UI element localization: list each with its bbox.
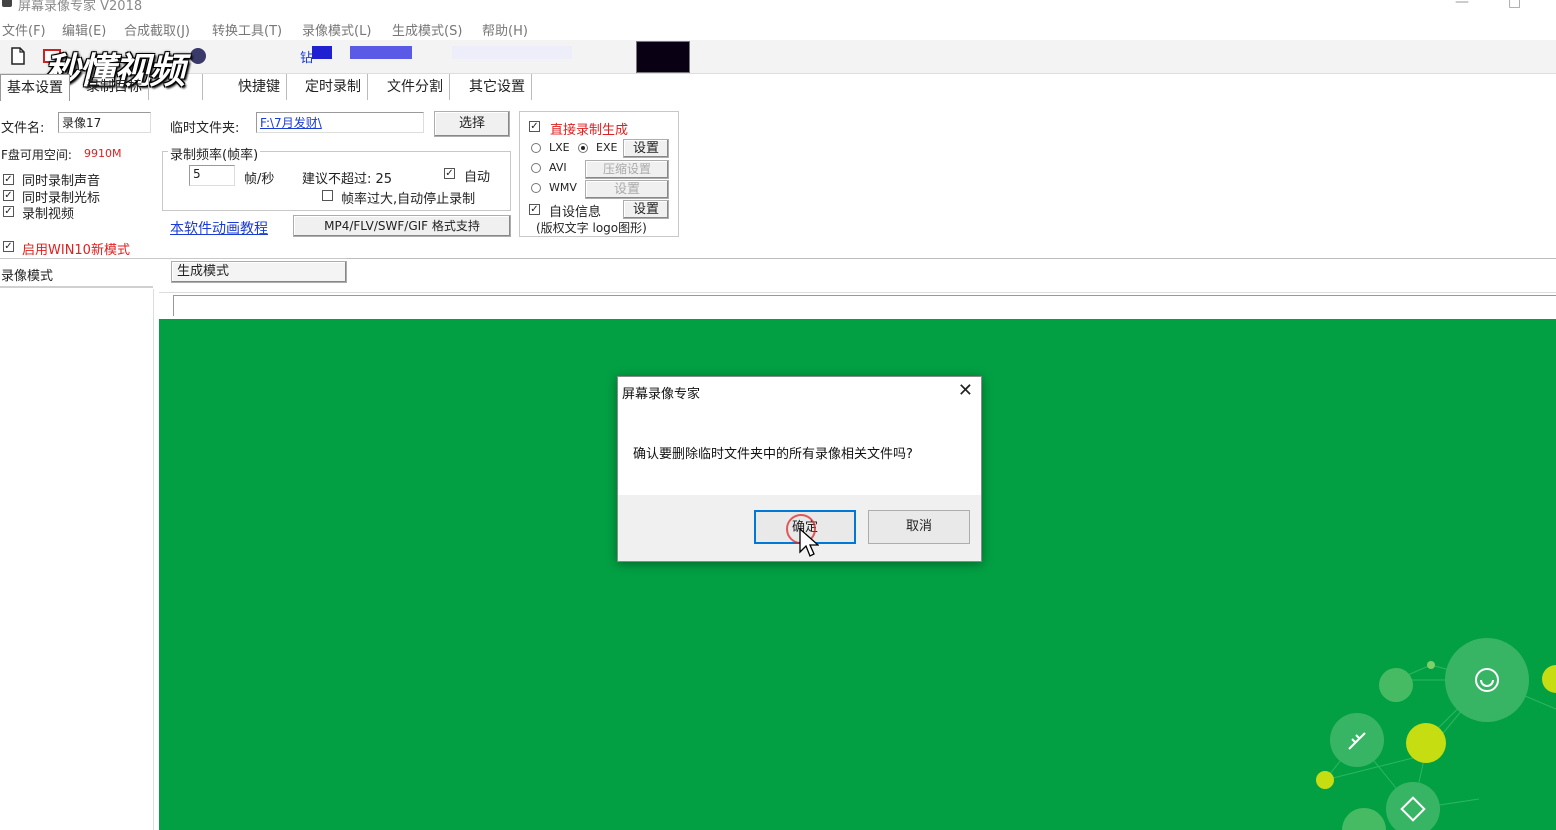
direct-generate-label: 直接录制生成 xyxy=(550,123,629,138)
filename-label: 文件名: xyxy=(1,121,45,136)
avi-radio[interactable] xyxy=(531,163,541,173)
menu-bar: 文件(F) 编辑(E) 合成截取(J) 转换工具(T) 录像模式(L) 生成模式… xyxy=(0,14,1556,40)
tutorial-link[interactable]: 本软件动画教程 xyxy=(170,218,268,238)
exe-label: EXE xyxy=(596,141,618,154)
obscured-block xyxy=(452,46,572,59)
wmv-settings-button[interactable]: 设置 xyxy=(585,180,669,199)
auto-stop-label: 帧率过大,自动停止录制 xyxy=(341,192,476,207)
temp-folder-input[interactable]: F:\7月发财\ xyxy=(256,112,424,133)
record-video-checkbox[interactable]: ✓ xyxy=(3,206,14,217)
win10-mode-checkbox[interactable]: ✓ xyxy=(3,241,14,252)
blurred-icons[interactable] xyxy=(186,44,210,68)
record-audio-checkbox[interactable]: ✓ xyxy=(3,174,14,185)
select-folder-button[interactable]: 选择 xyxy=(434,111,510,137)
exe-settings-button[interactable]: 设置 xyxy=(623,139,669,158)
menu-compose[interactable]: 合成截取(J) xyxy=(124,20,190,39)
cancel-button[interactable]: 取消 xyxy=(868,510,970,544)
framerate-input[interactable]: 5 xyxy=(189,165,235,186)
wmv-label: WMV xyxy=(549,181,577,194)
tab-hotkey[interactable]: 热键 xyxy=(162,74,203,100)
title-bar: 屏幕录像专家 V2018 — □ xyxy=(0,0,1556,12)
custom-info-settings-button[interactable]: 设置 xyxy=(623,200,669,219)
filename-input[interactable]: 录像17 xyxy=(58,112,151,133)
menu-help[interactable]: 帮助(H) xyxy=(482,20,528,39)
wmv-radio[interactable] xyxy=(531,183,541,193)
disk-space-value: 9910M xyxy=(84,147,122,160)
custom-info-checkbox[interactable]: ✓ xyxy=(529,204,540,215)
format-support-button[interactable]: MP4/FLV/SWF/GIF 格式支持 xyxy=(293,215,511,237)
menu-record-mode[interactable]: 录像模式(L) xyxy=(302,20,371,39)
disk-space-label: F盘可用空间: xyxy=(1,148,72,162)
settings-tabs: 基本设置 录制目标 热键 快捷键 定时录制 文件分割 其它设置 xyxy=(0,74,545,102)
tab-other-settings[interactable]: 其它设置 xyxy=(463,74,532,100)
left-panel xyxy=(0,289,154,830)
dialog-message: 确认要删除临时文件夹中的所有录像相关文件吗? xyxy=(633,447,913,462)
record-mode-label[interactable]: 录像模式 xyxy=(1,265,53,284)
tab-shortcut[interactable]: 快捷键 xyxy=(232,74,287,100)
menu-convert[interactable]: 转换工具(T) xyxy=(212,20,282,39)
framerate-unit: 帧/秒 xyxy=(244,172,275,187)
close-icon[interactable]: ✕ xyxy=(958,380,973,401)
menu-edit[interactable]: 编辑(E) xyxy=(62,20,106,39)
app-icon xyxy=(2,0,12,7)
record-video-label: 录制视频 xyxy=(22,207,75,222)
lxe-label: LXE xyxy=(549,141,570,154)
framerate-suggest: 建议不超过: 25 xyxy=(302,172,393,187)
tab-record-target[interactable]: 录制目标 xyxy=(80,74,149,100)
obscured-block xyxy=(350,46,412,59)
record-cursor-checkbox[interactable]: ✓ xyxy=(3,190,14,201)
auto-framerate-checkbox[interactable]: ✓ xyxy=(444,168,455,179)
obscured-block xyxy=(312,46,332,59)
compress-settings-button[interactable]: 压缩设置 xyxy=(585,160,669,179)
custom-info-label: 自设信息 xyxy=(549,205,602,220)
menu-generate-mode[interactable]: 生成模式(S) xyxy=(392,20,462,39)
toolbar: 钻 xyxy=(0,40,1556,74)
color-swatch[interactable] xyxy=(636,41,690,73)
menu-file[interactable]: 文件(F) xyxy=(2,20,46,39)
minimize-button[interactable]: — xyxy=(1455,0,1469,10)
win10-mode-label: 启用WIN10新模式 xyxy=(22,243,130,258)
exe-radio[interactable] xyxy=(578,143,588,153)
avi-label: AVI xyxy=(549,161,567,174)
dialog-title: 屏幕录像专家 xyxy=(622,387,701,402)
tab-file-split[interactable]: 文件分割 xyxy=(381,74,450,100)
auto-framerate-label: 自动 xyxy=(464,170,491,185)
temp-folder-label: 临时文件夹: xyxy=(170,121,240,136)
lxe-radio[interactable] xyxy=(531,143,541,153)
tab-basic-settings[interactable]: 基本设置 xyxy=(0,74,70,101)
custom-info-note: (版权文字 logo图形) xyxy=(536,221,647,235)
direct-generate-checkbox[interactable]: ✓ xyxy=(529,121,540,132)
maximize-button[interactable]: □ xyxy=(1508,0,1521,10)
framerate-group-label: 录制频率(帧率) xyxy=(168,144,261,163)
generate-mode-tab[interactable]: 生成模式 xyxy=(171,261,347,283)
window-title: 屏幕录像专家 V2018 xyxy=(18,0,143,12)
timeline-strip[interactable] xyxy=(159,292,1556,320)
tab-scheduled-record[interactable]: 定时录制 xyxy=(299,74,368,100)
mode-bar: 录像模式 生成模式 xyxy=(0,258,1556,292)
auto-stop-checkbox[interactable] xyxy=(322,190,333,201)
new-file-icon[interactable] xyxy=(6,44,30,68)
mouse-cursor-icon xyxy=(799,527,820,564)
